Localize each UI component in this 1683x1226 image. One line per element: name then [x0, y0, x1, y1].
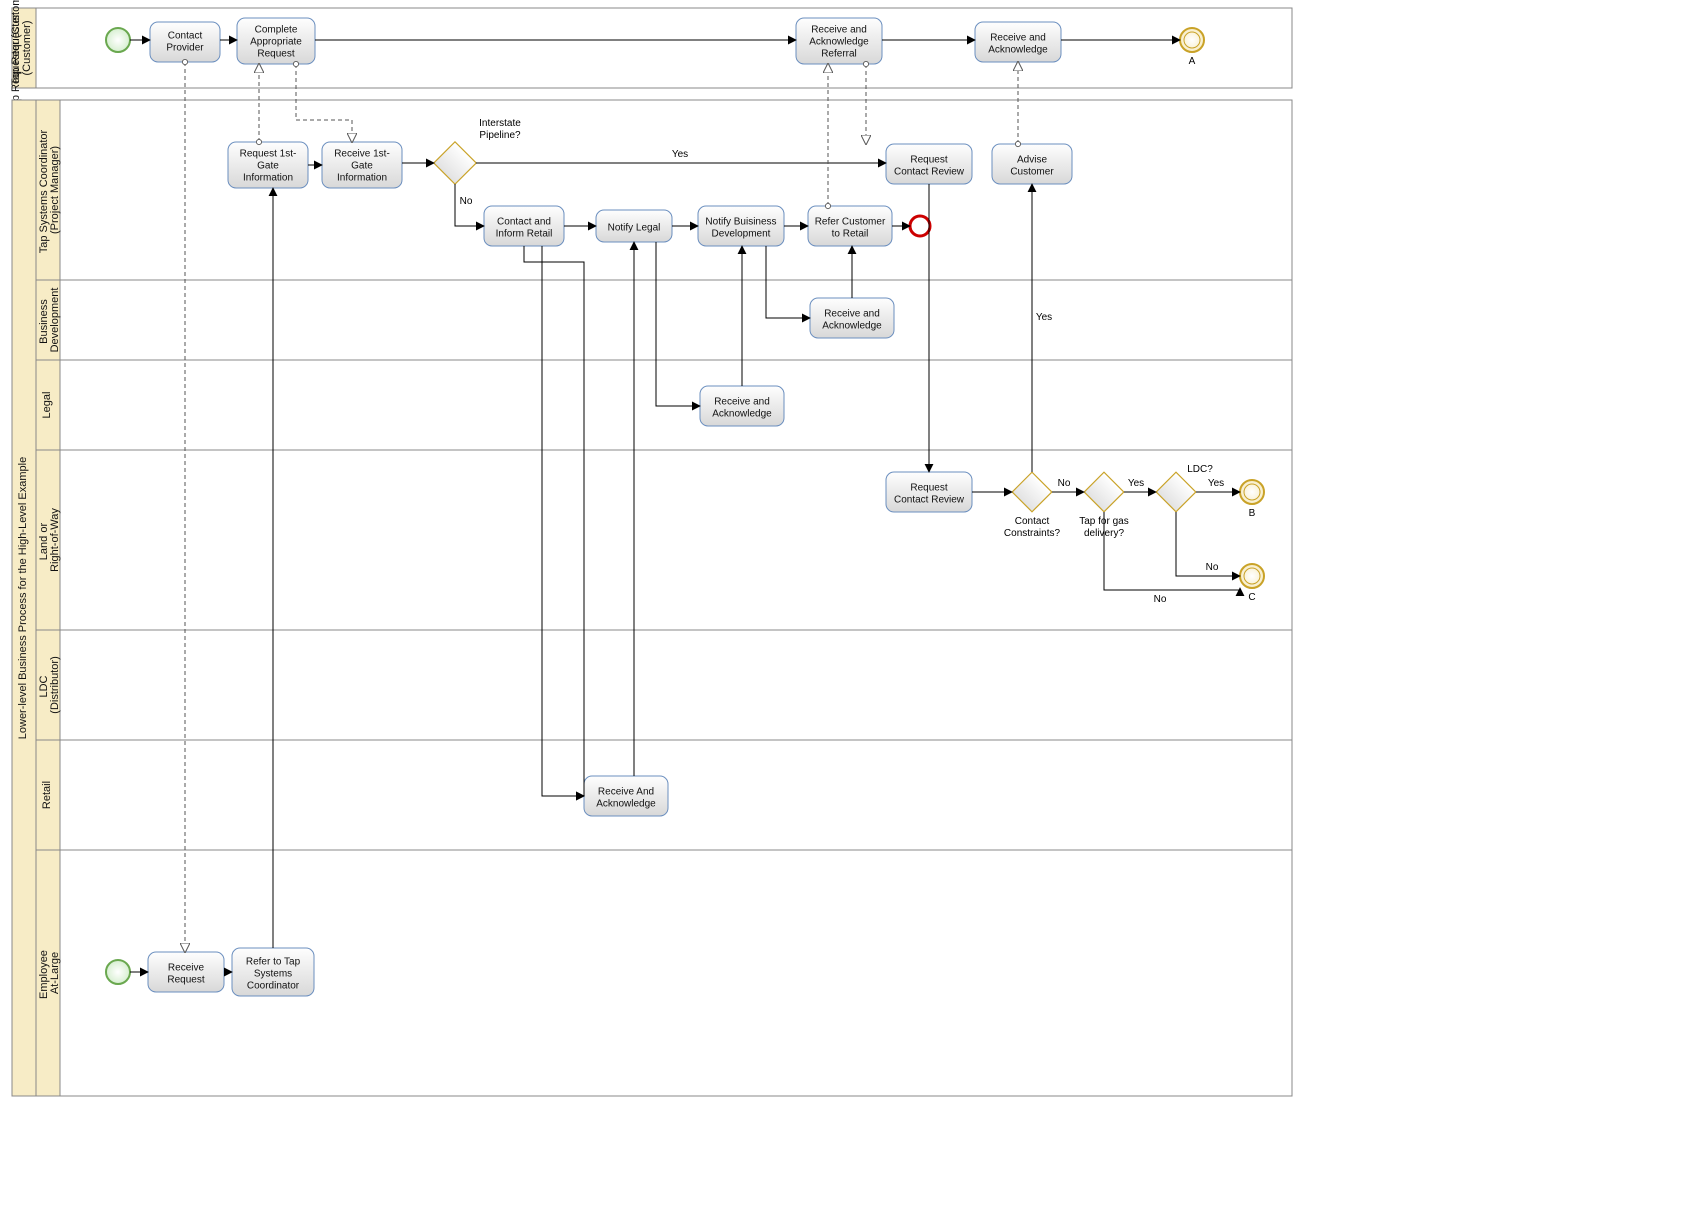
- svg-text:Advise: Advise: [1017, 155, 1047, 166]
- svg-text:Acknowledge: Acknowledge: [988, 45, 1048, 56]
- svg-text:Receive and: Receive and: [714, 397, 770, 408]
- svg-text:Notify Buisiness: Notify Buisiness: [705, 217, 776, 228]
- task-recv-ack-bizdev: Receive and Acknowledge Receive and Ackn…: [810, 298, 894, 338]
- bpmn-diagram: Tap Requester (Customer) Tap Requester (…: [0, 0, 1683, 1226]
- svg-text:Request 1st-: Request 1st-: [240, 149, 297, 160]
- task-refer-to-tsc: Refer to Tap Systems Coordinator Refer t…: [232, 948, 314, 996]
- task-request-1st-gate: Request 1st- Gate Information Request 1s…: [228, 142, 308, 188]
- svg-text:A: A: [1189, 56, 1196, 67]
- pool-tap-requester: Tap Requester (Customer) Tap Requester (…: [10, 0, 1292, 113]
- svg-text:Receive: Receive: [168, 963, 205, 974]
- svg-text:Receive 1st-: Receive 1st-: [334, 149, 390, 160]
- task-receive-request: Receive Request Receive Request: [148, 952, 224, 992]
- task-request-contact-review-land: Request Contact Review Request Contact R…: [886, 472, 972, 512]
- svg-text:Yes: Yes: [1036, 312, 1052, 323]
- svg-text:Provider: Provider: [166, 43, 204, 54]
- svg-text:Acknowledge: Acknowledge: [822, 321, 882, 332]
- svg-text:LDC?: LDC?: [1187, 464, 1213, 475]
- svg-text:Yes: Yes: [672, 149, 688, 160]
- svg-text:Gate: Gate: [257, 161, 279, 172]
- svg-text:Business Development: Business Development: [38, 288, 61, 353]
- svg-text:Gate: Gate: [351, 161, 373, 172]
- svg-text:Systems: Systems: [254, 969, 292, 980]
- svg-text:Information: Information: [243, 173, 293, 184]
- svg-text:Refer to Tap: Refer to Tap: [246, 957, 301, 968]
- task-notify-biz-dev: Notify Buisiness Development Notify Buis…: [698, 206, 784, 246]
- svg-text:Referral: Referral: [821, 49, 857, 60]
- svg-text:Acknowledge: Acknowledge: [809, 37, 869, 48]
- svg-text:Pipeline?: Pipeline?: [479, 130, 521, 141]
- svg-text:Yes: Yes: [1128, 478, 1144, 489]
- svg-text:Constraints?: Constraints?: [1004, 528, 1061, 539]
- svg-text:Inform Retail: Inform Retail: [496, 229, 553, 240]
- task-notify-legal: Notify Legal: [596, 210, 672, 242]
- svg-text:Employee At-Large: Employee At-Large: [38, 947, 61, 999]
- svg-text:No: No: [460, 196, 473, 207]
- svg-text:Receive And: Receive And: [598, 787, 654, 798]
- start-event-customer: [106, 28, 130, 52]
- svg-text:Complete: Complete: [255, 25, 298, 36]
- svg-text:Request: Request: [910, 155, 947, 166]
- task-contact-provider: Contact Contact Provider Provider: [150, 22, 220, 62]
- svg-text:Contact: Contact: [168, 31, 203, 42]
- svg-text:C: C: [1248, 592, 1255, 603]
- svg-text:to Retail: to Retail: [832, 229, 869, 240]
- task-request-contact-review: Request Contact Review Request Contact R…: [886, 144, 972, 184]
- svg-text:Yes: Yes: [1208, 478, 1224, 489]
- svg-text:Request: Request: [167, 975, 204, 986]
- svg-text:Refer Customer: Refer Customer: [815, 217, 886, 228]
- task-refer-cust-retail: Refer Customer to Retail Refer Customer …: [808, 206, 892, 246]
- svg-text:Appropriate: Appropriate: [250, 37, 302, 48]
- svg-text:Interstate: Interstate: [479, 118, 521, 129]
- svg-text:Receive and: Receive and: [824, 309, 880, 320]
- svg-text:Contact Review: Contact Review: [894, 167, 965, 178]
- task-advise-customer: Advise Customer Advise Customer: [992, 144, 1072, 184]
- svg-text:No: No: [1154, 594, 1167, 605]
- svg-text:Contact and: Contact and: [497, 217, 551, 228]
- task-contact-inform-retail: Contact and Inform Retail Contact and In…: [484, 206, 564, 246]
- svg-text:No: No: [1206, 562, 1219, 573]
- svg-text:No: No: [1058, 478, 1071, 489]
- svg-text:Notify Legal: Notify Legal: [608, 223, 661, 234]
- svg-text:Coordinator: Coordinator: [247, 981, 300, 992]
- svg-text:Request: Request: [910, 483, 947, 494]
- task-recv-ack-retail: Receive And Acknowledge Receive And Ackn…: [584, 776, 668, 816]
- svg-text:Request: Request: [257, 49, 294, 60]
- start-event-employee: [106, 960, 130, 984]
- svg-text:Tap Requester (Customer): Tap Requester (Customer): [10, 11, 33, 86]
- svg-text:Lower-level Business Process f: Lower-level Business Process for the Hig…: [17, 457, 29, 739]
- task-complete-request: Complete Appropriate Request Complete Ap…: [237, 18, 315, 64]
- svg-text:Customer: Customer: [1010, 167, 1054, 178]
- svg-text:Receive and: Receive and: [990, 33, 1046, 44]
- task-receive-1st-gate: Receive 1st- Gate Information Receive 1s…: [322, 142, 402, 188]
- task-recv-ack-referral: Receive and Acknowledge Referral Receive…: [796, 18, 882, 64]
- svg-text:Acknowledge: Acknowledge: [596, 799, 656, 810]
- svg-text:Information: Information: [337, 173, 387, 184]
- svg-text:Contact Review: Contact Review: [894, 495, 965, 506]
- svg-text:Contact: Contact: [1015, 516, 1050, 527]
- svg-text:Receive and: Receive and: [811, 25, 867, 36]
- pool-lower-level: Lower-level Business Process for the Hig…: [12, 100, 1292, 1096]
- svg-text:Acknowledge: Acknowledge: [712, 409, 772, 420]
- task-recv-ack-customer: Receive and Acknowledge Receive and Ackn…: [975, 22, 1061, 62]
- task-recv-ack-legal: Receive and Acknowledge Receive and Ackn…: [700, 386, 784, 426]
- svg-text:Development: Development: [712, 229, 771, 240]
- svg-text:Retail: Retail: [41, 781, 53, 809]
- end-event-terminate: [910, 216, 930, 236]
- svg-text:Legal: Legal: [41, 392, 53, 419]
- svg-text:B: B: [1249, 508, 1256, 519]
